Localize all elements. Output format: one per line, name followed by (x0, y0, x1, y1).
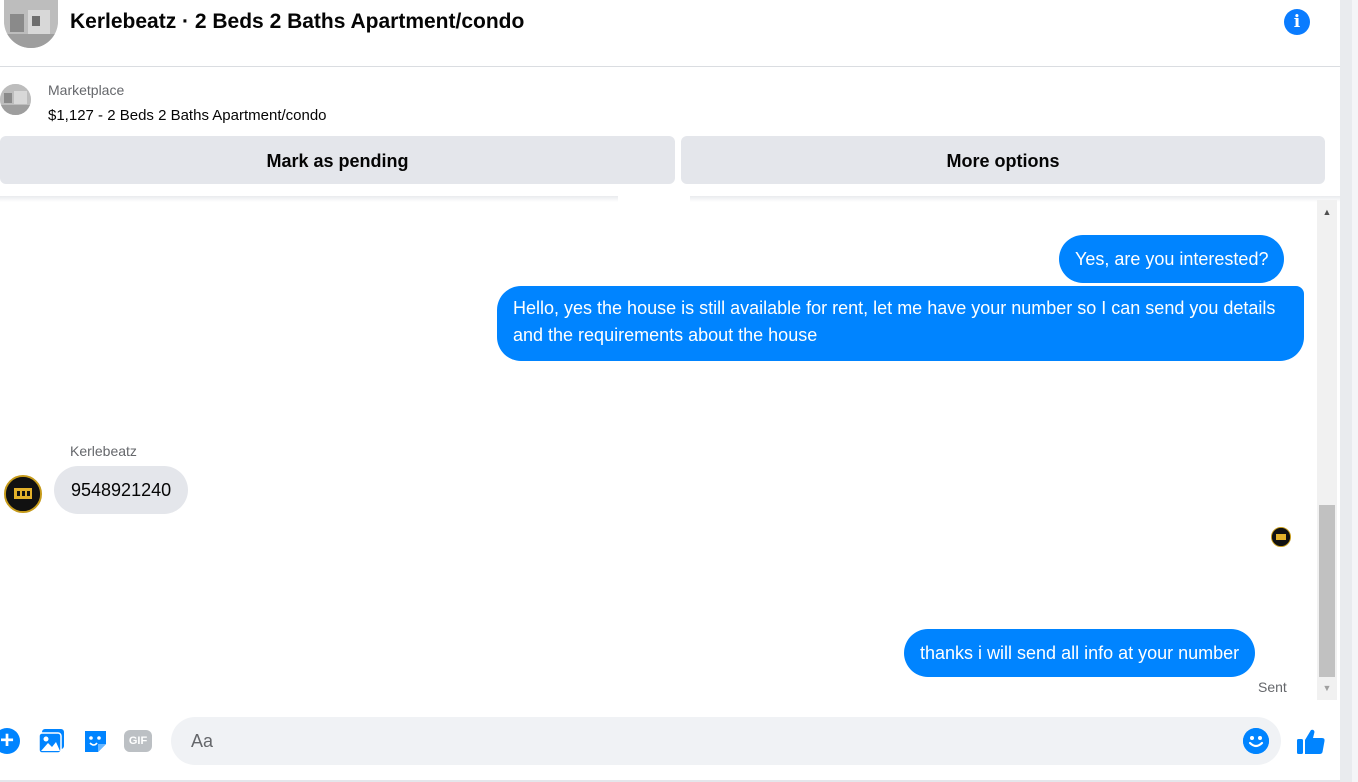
sticker-icon[interactable] (82, 728, 109, 754)
info-icon[interactable]: i (1284, 9, 1310, 35)
scroll-up-arrow-icon[interactable]: ▲ (1317, 202, 1337, 222)
gif-icon[interactable]: GIF (124, 730, 152, 752)
listing-thumbnail-icon (0, 84, 31, 115)
marketplace-label: Marketplace (48, 82, 125, 98)
scrollbar-thumb[interactable] (1319, 505, 1335, 677)
incoming-message[interactable]: 9548921240 (54, 466, 189, 514)
sender-avatar[interactable] (4, 475, 42, 513)
outgoing-message[interactable]: Hello, yes the house is still available … (497, 286, 1304, 361)
photo-icon[interactable] (38, 728, 65, 754)
page-edge-strip (1352, 0, 1358, 782)
seen-logo-icon (1272, 528, 1290, 546)
outgoing-message[interactable]: Yes, are you interested? (1059, 235, 1285, 283)
thumbs-up-icon[interactable] (1296, 726, 1326, 756)
emoji-icon[interactable] (1243, 728, 1269, 754)
sender-name: Kerlebeatz (70, 443, 137, 459)
marketplace-listing-thumbnail[interactable] (0, 84, 31, 115)
seen-indicator-avatar (1271, 527, 1291, 547)
more-options-button[interactable]: More options (681, 136, 1325, 184)
message-status: Sent (1258, 679, 1287, 695)
conversation-title[interactable]: Kerlebeatz · 2 Beds 2 Baths Apartment/co… (70, 10, 524, 34)
card-divider-notch (618, 196, 690, 202)
scroll-down-arrow-icon[interactable]: ▼ (1317, 678, 1337, 698)
message-input[interactable] (171, 717, 1281, 765)
outgoing-message[interactable]: thanks i will send all info at your numb… (904, 629, 1256, 677)
mark-as-pending-button[interactable]: Mark as pending (0, 136, 675, 184)
sender-logo-icon (6, 477, 40, 511)
listing-summary[interactable]: $1,127 - 2 Beds 2 Baths Apartment/condo (48, 107, 327, 124)
